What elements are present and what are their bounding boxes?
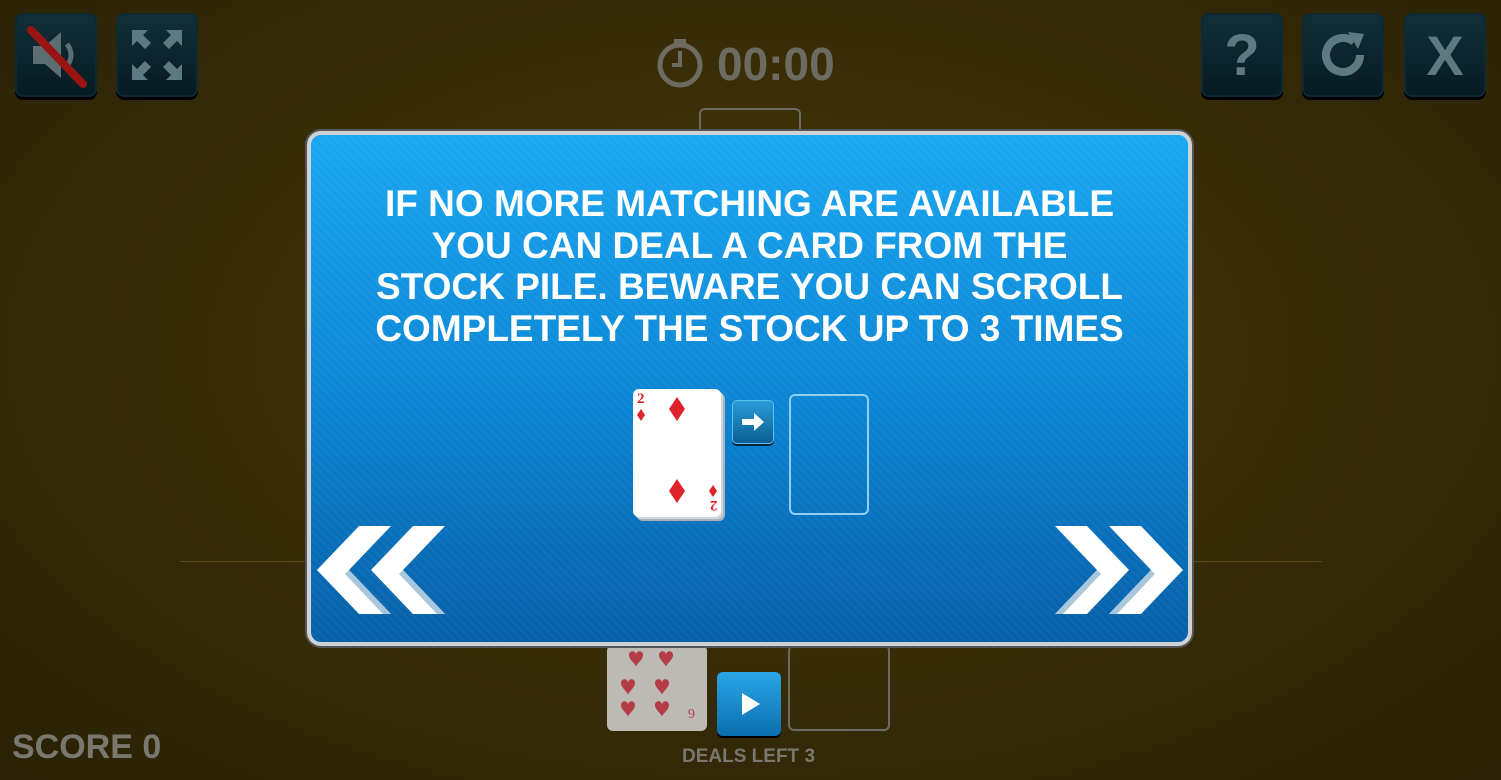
close-icon: X <box>1426 23 1464 87</box>
double-chevron-right-icon <box>1055 526 1183 614</box>
svg-text:6: 6 <box>688 705 695 720</box>
expand-arrows-icon <box>132 30 182 80</box>
deals-left-label: DEALS LEFT 3 <box>682 746 816 767</box>
tutorial-line: STOCK PILE. BEWARE YOU CAN SCROLL <box>376 266 1123 307</box>
two-of-diamonds-card: 2 2 <box>633 389 721 517</box>
six-of-hearts-card: 6 <box>621 651 695 720</box>
play-icon <box>742 693 760 715</box>
double-chevron-left-icon <box>317 526 445 614</box>
speaker-muted-icon <box>27 26 87 88</box>
tutorial-line: YOU CAN DEAL A CARD FROM THE <box>431 224 1068 266</box>
mute-button[interactable] <box>15 13 97 97</box>
previous-button[interactable] <box>317 520 457 625</box>
card-rank-bottom: 2 <box>709 497 718 513</box>
table-divider <box>180 561 310 562</box>
next-button[interactable] <box>1047 520 1187 625</box>
deal-arrow-illustration <box>732 400 774 444</box>
tutorial-dialog: IF NO MORE MATCHING ARE AVAILABLE YOU CA… <box>307 131 1192 646</box>
timer: 00:00 <box>655 36 835 92</box>
restart-button[interactable] <box>1302 13 1384 97</box>
deal-button[interactable] <box>717 672 781 736</box>
stock-slot <box>788 645 890 731</box>
fullscreen-button[interactable] <box>116 13 198 97</box>
score-label: SCORE 0 <box>12 728 162 766</box>
diamond-pips <box>637 397 717 503</box>
help-button[interactable]: ? <box>1201 13 1283 97</box>
arrow-right-icon <box>742 413 764 431</box>
table-divider <box>1192 561 1322 562</box>
tutorial-line: IF NO MORE MATCHING ARE AVAILABLE <box>385 183 1114 224</box>
help-icon: ? <box>1224 22 1260 88</box>
game-table: 6 SCORE 0 DEALS LEFT 3 00:00 ? X IF NO M… <box>0 0 1501 780</box>
timer-value: 00:00 <box>717 38 835 90</box>
tutorial-line: COMPLETELY THE STOCK UP TO 3 TIMES <box>375 307 1124 349</box>
empty-waste-slot <box>789 394 869 515</box>
restart-icon <box>1322 32 1364 76</box>
clock-icon <box>657 39 703 88</box>
close-button[interactable]: X <box>1404 13 1486 97</box>
tutorial-text: IF NO MORE MATCHING ARE AVAILABLE YOU CA… <box>311 183 1188 349</box>
waste-card: 6 <box>607 645 707 731</box>
